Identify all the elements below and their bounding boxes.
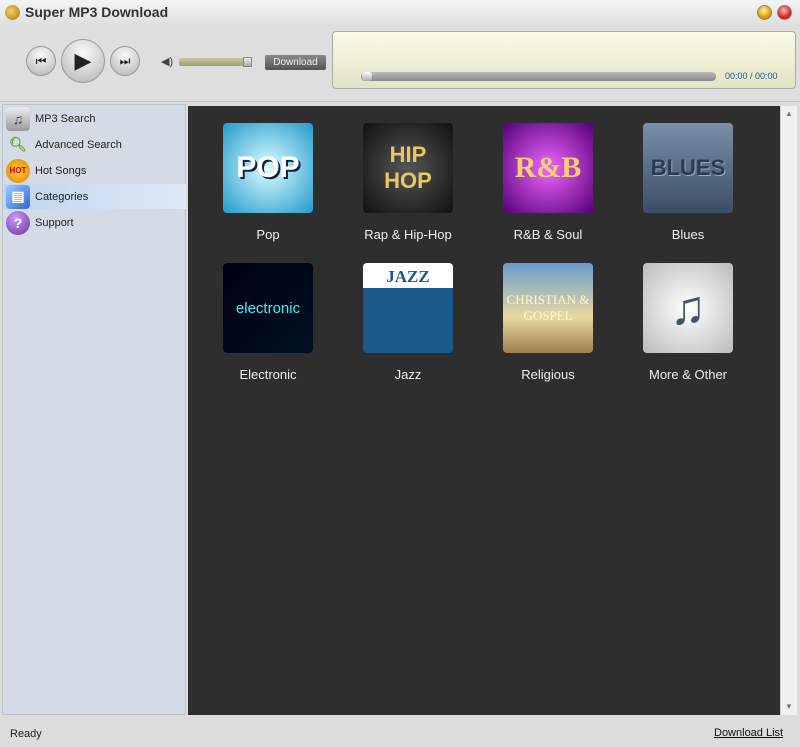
sidebar: ♫ MP3 Search 🔍︎ Advanced Search HOT Hot Son… bbox=[2, 104, 186, 715]
sidebar-item-categories[interactable]: ▤ Categories bbox=[4, 184, 186, 209]
volume-slider-handle[interactable] bbox=[243, 57, 252, 67]
category-more-other[interactable]: ♫ More & Other bbox=[608, 263, 748, 393]
status-bar bbox=[0, 716, 800, 747]
religious-cover-image: CHRISTIAN & GOSPEL bbox=[503, 263, 593, 353]
close-button[interactable] bbox=[777, 5, 792, 20]
volume-slider[interactable] bbox=[179, 58, 252, 66]
magnifier-icon: 🔍︎ bbox=[9, 136, 27, 152]
category-label: Electronic bbox=[239, 367, 297, 382]
minimize-button[interactable] bbox=[757, 5, 772, 20]
scroll-down-icon[interactable]: ▼ bbox=[781, 699, 797, 715]
category-label: Blues bbox=[671, 227, 705, 242]
vertical-scrollbar[interactable]: ▲ ▼ bbox=[780, 106, 797, 715]
category-label: Pop bbox=[256, 227, 280, 242]
sidebar-item-advanced-search[interactable]: 🔍︎ Advanced Search bbox=[4, 132, 186, 157]
jazz-cover-image: JAZZ bbox=[363, 263, 453, 353]
electronic-cover-image: electronic bbox=[223, 263, 313, 353]
category-jazz[interactable]: JAZZ Jazz bbox=[328, 263, 468, 393]
download-list-link[interactable]: Download List bbox=[714, 727, 783, 739]
question-icon: ? bbox=[6, 210, 30, 235]
category-label: More & Other bbox=[648, 367, 728, 382]
rnb-cover-image: R&B bbox=[503, 123, 593, 213]
sidebar-item-label: Hot Songs bbox=[35, 164, 87, 177]
category-label: R&B & Soul bbox=[513, 227, 583, 242]
scroll-up-icon[interactable]: ▲ bbox=[781, 106, 797, 122]
sidebar-item-mp3-search[interactable]: ♫ MP3 Search bbox=[4, 106, 186, 131]
category-blues[interactable]: BLUES Blues bbox=[608, 123, 748, 253]
music-note-cover-image: ♫ bbox=[643, 263, 733, 353]
category-rap-hip-hop[interactable]: HIP HOP Rap & Hip-Hop bbox=[328, 123, 468, 253]
download-button[interactable]: Download bbox=[265, 55, 326, 70]
category-rnb-soul[interactable]: R&B R&B & Soul bbox=[468, 123, 608, 253]
sidebar-item-support[interactable]: ? Support bbox=[4, 210, 186, 235]
sidebar-item-label: MP3 Search bbox=[35, 112, 96, 125]
seek-bar[interactable] bbox=[361, 72, 716, 81]
category-electronic[interactable]: electronic Electronic bbox=[188, 263, 328, 393]
time-readout: 00:00 / 00:00 bbox=[725, 71, 778, 81]
sidebar-item-label: Support bbox=[35, 216, 74, 229]
music-note-icon: ♫ bbox=[6, 106, 30, 131]
window-title: Super MP3 Download bbox=[25, 4, 169, 20]
category-label: Jazz bbox=[394, 367, 422, 382]
app-logo-icon bbox=[5, 5, 20, 20]
category-pop[interactable]: POP Pop bbox=[188, 123, 328, 253]
category-label: Rap & Hip-Hop bbox=[364, 227, 452, 242]
sidebar-item-label: Advanced Search bbox=[35, 138, 122, 151]
category-label: Religious bbox=[521, 367, 575, 382]
sidebar-item-label: Categories bbox=[35, 190, 89, 203]
categories-grid: POP Pop HIP HOP Rap & Hip-Hop R&B R&B & Sou… bbox=[188, 106, 780, 715]
previous-track-button[interactable]: ⏮ bbox=[26, 46, 56, 76]
pop-cover-image: POP bbox=[223, 123, 313, 213]
category-religious[interactable]: CHRISTIAN & GOSPEL Religious bbox=[468, 263, 608, 393]
hiphop-cover-image: HIP HOP bbox=[363, 123, 453, 213]
next-track-button[interactable]: ⏭ bbox=[110, 46, 140, 76]
categories-icon: ▤ bbox=[6, 184, 30, 209]
seek-handle[interactable] bbox=[362, 72, 372, 81]
speaker-icon: ◀) bbox=[161, 56, 174, 68]
sidebar-item-hot-songs[interactable]: HOT Hot Songs bbox=[4, 158, 186, 183]
blues-cover-image: BLUES bbox=[643, 123, 733, 213]
hot-sun-icon: HOT bbox=[6, 158, 30, 183]
play-button[interactable]: ▶ bbox=[61, 39, 105, 83]
status-text: Ready bbox=[10, 728, 42, 740]
